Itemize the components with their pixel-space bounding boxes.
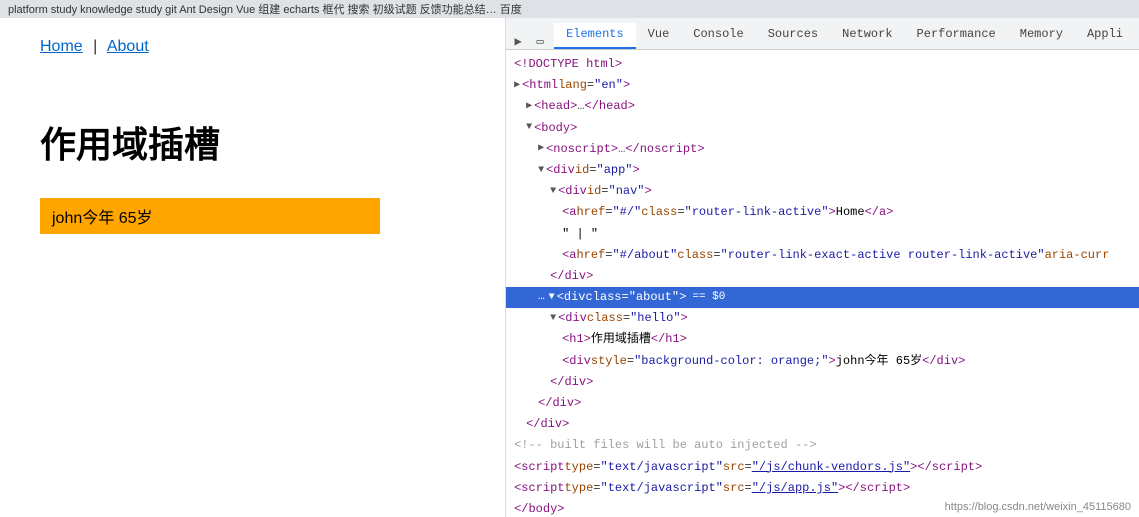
expand-head-arrow[interactable]: ▶ — [526, 99, 532, 115]
expand-app-arrow[interactable]: ▼ — [538, 163, 544, 179]
expand-nav-arrow[interactable]: ▼ — [550, 184, 556, 200]
dom-html-open[interactable]: ▶ <html lang="en" > — [506, 75, 1139, 96]
tab-console[interactable]: Console — [681, 23, 755, 49]
tab-performance[interactable]: Performance — [905, 23, 1008, 49]
browser-tab-bar: platform study knowledge study git Ant D… — [0, 0, 1139, 18]
tab-sources[interactable]: Sources — [756, 23, 830, 49]
dot-dot-dot-indicator: … — [538, 289, 545, 307]
dom-doctype: <!DOCTYPE html> — [506, 54, 1139, 75]
dom-about-link[interactable]: <a href="#/about" class="router-link-exa… — [506, 245, 1139, 266]
dom-orange-div[interactable]: <div style="background-color: orange;" >… — [506, 351, 1139, 372]
dom-separator-text: " | " — [506, 224, 1139, 245]
dom-noscript[interactable]: ▶ <noscript> … </noscript> — [506, 139, 1139, 160]
dom-hello-close: </div> — [506, 372, 1139, 393]
expand-body-arrow[interactable]: ▼ — [526, 120, 532, 136]
nav-separator: | — [93, 38, 97, 55]
dom-vendors-script[interactable]: <script type="text/javascript" src="/js/… — [506, 457, 1139, 478]
expand-about-arrow[interactable]: ▼ — [549, 290, 555, 306]
device-tool-icon[interactable]: ▭ — [532, 33, 548, 49]
devtools-dom-content: <!DOCTYPE html> ▶ <html lang="en" > ▶ <h… — [506, 50, 1139, 517]
expand-noscript-arrow[interactable]: ▶ — [538, 141, 544, 157]
devtools-panel: ▶ ▭ Elements Vue Console Sources Network… — [506, 18, 1139, 517]
nav-links: Home | About — [40, 38, 149, 56]
dom-hello-div[interactable]: ▼ <div class="hello" > — [506, 308, 1139, 329]
dom-app-close: </div> — [506, 414, 1139, 435]
dom-nav-close: </div> — [506, 266, 1139, 287]
tab-network[interactable]: Network — [830, 23, 904, 49]
main-area: Home | About 作用域插槽 john今年 65岁 ▶ ▭ Elemen… — [0, 18, 1139, 517]
dom-home-link[interactable]: <a href="#/" class="router-link-active" … — [506, 202, 1139, 223]
about-link[interactable]: About — [107, 38, 149, 55]
tab-memory[interactable]: Memory — [1008, 23, 1075, 49]
tab-application[interactable]: Appli — [1075, 23, 1135, 49]
expand-hello-arrow[interactable]: ▼ — [550, 311, 556, 327]
dom-about-close: </div> — [506, 393, 1139, 414]
tab-elements[interactable]: Elements — [554, 23, 636, 49]
dom-body-open[interactable]: ▼ <body> — [506, 118, 1139, 139]
cursor-tool-icon[interactable]: ▶ — [510, 33, 526, 49]
page-title: 作用域插槽 — [40, 116, 220, 168]
expand-html-arrow[interactable]: ▶ — [514, 78, 520, 94]
orange-banner: john今年 65岁 — [40, 198, 380, 234]
dom-nav-div[interactable]: ▼ <div id="nav" > — [506, 181, 1139, 202]
dom-comment: <!-- built files will be auto injected -… — [506, 435, 1139, 456]
tab-bar-text: platform study knowledge study git Ant D… — [8, 1, 522, 17]
dom-about-div-selected[interactable]: … ▼ <div class="about" > == $0 — [506, 287, 1139, 308]
url-hint: https://blog.csdn.net/weixin_45115680 — [945, 501, 1131, 513]
home-link[interactable]: Home — [40, 38, 83, 55]
dom-app-script[interactable]: <script type="text/javascript" src="/js/… — [506, 478, 1139, 499]
page-preview: Home | About 作用域插槽 john今年 65岁 — [0, 18, 506, 517]
devtools-tabs: ▶ ▭ Elements Vue Console Sources Network… — [506, 18, 1139, 50]
tab-vue[interactable]: Vue — [636, 23, 682, 49]
dom-app-div[interactable]: ▼ <div id="app" > — [506, 160, 1139, 181]
dom-h1[interactable]: <h1> 作用域插槽 </h1> — [506, 329, 1139, 350]
dom-head[interactable]: ▶ <head> … </head> — [506, 96, 1139, 117]
